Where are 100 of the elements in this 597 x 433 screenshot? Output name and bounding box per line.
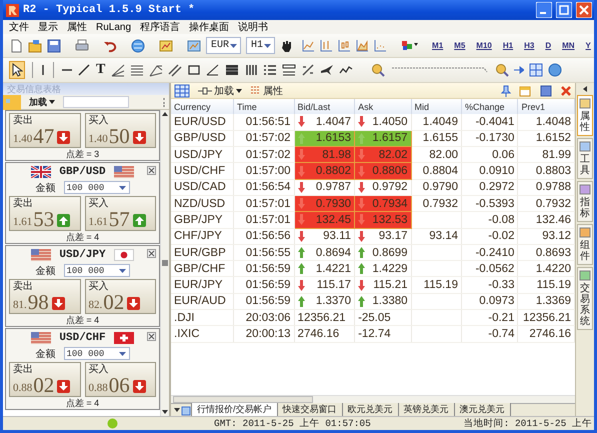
- arrow-right-icon[interactable]: [514, 63, 524, 77]
- close-icon[interactable]: [147, 332, 156, 341]
- side-tab[interactable]: 工具: [577, 138, 593, 179]
- close-icon[interactable]: [560, 84, 572, 96]
- scroll-thumb-icon[interactable]: [162, 260, 168, 266]
- column-header[interactable]: Prev1: [518, 99, 574, 114]
- timeframe-button[interactable]: MN: [559, 41, 578, 50]
- close-icon[interactable]: [147, 249, 156, 258]
- sell-button[interactable]: 卖出 81.98: [9, 279, 80, 314]
- bottom-tab[interactable]: 快速交易窗口: [278, 403, 343, 416]
- pointer-tool-button[interactable]: [9, 61, 25, 79]
- period-select[interactable]: H1: [246, 37, 276, 54]
- amount-select[interactable]: 100 000: [64, 181, 130, 194]
- chart-type-icon[interactable]: [374, 39, 388, 52]
- bottom-tab[interactable]: 英镑兑美元: [398, 403, 455, 416]
- menu-item[interactable]: 显示: [38, 20, 58, 34]
- buy-button[interactable]: 买入 1.40 50: [84, 113, 156, 148]
- menu-item[interactable]: 文件: [9, 20, 29, 34]
- column-header[interactable]: Bid/Last: [294, 99, 355, 114]
- globe-icon[interactable]: [548, 63, 562, 77]
- chart-type-icon[interactable]: [302, 39, 316, 52]
- side-tab[interactable]: 组件: [577, 224, 593, 265]
- buy-button[interactable]: 买入 82.02: [84, 279, 156, 314]
- dropdown-arrow-icon[interactable]: [229, 42, 238, 50]
- bird-icon[interactable]: [320, 63, 334, 77]
- dropdown-arrow-icon[interactable]: [118, 184, 126, 192]
- sell-button[interactable]: 卖出 0.8802: [9, 362, 80, 397]
- sell-button[interactable]: 卖出 1.61 53: [9, 196, 80, 231]
- horizontal-lines-icon[interactable]: [130, 63, 144, 77]
- zoom-in-icon[interactable]: [495, 63, 510, 77]
- timeframe-button[interactable]: M10: [473, 41, 495, 50]
- timeframe-button[interactable]: H1: [500, 41, 516, 50]
- chart-window-icon[interactable]: [159, 38, 173, 52]
- bottom-tab[interactable]: 欧元兑美元: [342, 403, 399, 416]
- timeframe-button[interactable]: M1: [429, 41, 446, 50]
- window-layout-icon[interactable]: [529, 63, 544, 77]
- chart-type-icon[interactable]: [320, 39, 334, 52]
- buy-button[interactable]: 买入 1.61 57: [84, 196, 156, 231]
- list-icon[interactable]: [282, 63, 296, 77]
- parallel-lines-icon[interactable]: [168, 63, 182, 77]
- buy-button[interactable]: 买入 0.8806: [84, 362, 156, 397]
- menu-item[interactable]: 说明书: [238, 20, 268, 34]
- menu-item[interactable]: 程序语言: [140, 20, 180, 34]
- pitchfork-icon[interactable]: [149, 63, 164, 77]
- bottom-tab[interactable]: 澳元兑美元: [454, 403, 511, 416]
- save-icon[interactable]: [47, 38, 61, 52]
- side-tab[interactable]: 属性: [577, 95, 593, 136]
- load-button[interactable]: 加载: [198, 84, 242, 98]
- menu-item[interactable]: RuLang: [96, 22, 132, 32]
- print-icon[interactable]: [75, 38, 89, 52]
- symbol-select[interactable]: EUR: [206, 37, 242, 54]
- save-icon[interactable]: [540, 84, 552, 96]
- color-picker-icon[interactable]: [401, 38, 420, 52]
- horizontal-scrollbar[interactable]: [171, 395, 575, 403]
- vertical-line-icon[interactable]: [40, 63, 46, 77]
- rectangle-icon[interactable]: [187, 63, 202, 77]
- sell-button[interactable]: 卖出 1.4047: [9, 113, 80, 148]
- column-header[interactable]: Currency: [171, 99, 234, 114]
- timeframe-button[interactable]: D: [542, 41, 554, 50]
- column-header[interactable]: Time: [234, 99, 294, 114]
- grid-icon[interactable]: [225, 63, 240, 77]
- fan-lines-icon[interactable]: [111, 63, 126, 77]
- side-tab[interactable]: 交易系统: [577, 267, 593, 330]
- chart-type-icon[interactable]: [356, 39, 370, 52]
- table-icon[interactable]: [174, 84, 190, 98]
- dropdown-arrow-icon[interactable]: [118, 266, 126, 274]
- bottom-tab[interactable]: 行情报价/交易帐户: [191, 403, 278, 416]
- new-file-icon[interactable]: [9, 38, 23, 52]
- vertical-bars-icon[interactable]: [244, 63, 258, 77]
- menu-item[interactable]: 属性: [67, 20, 87, 34]
- text-tool-button[interactable]: T: [95, 62, 106, 78]
- side-tab[interactable]: 指标: [577, 181, 593, 222]
- amount-select[interactable]: 100 000: [64, 264, 130, 277]
- list-icon[interactable]: [263, 63, 278, 77]
- angle-icon[interactable]: [206, 63, 220, 77]
- chart-window-icon[interactable]: [187, 38, 201, 52]
- maximize-icon[interactable]: [556, 2, 572, 18]
- column-header[interactable]: %Change: [461, 99, 518, 114]
- minimize-icon[interactable]: [536, 2, 552, 18]
- dropdown-arrow-icon[interactable]: [118, 350, 126, 358]
- load-button[interactable]: 加载: [27, 96, 57, 108]
- timeframe-button[interactable]: Y: [582, 41, 594, 50]
- trend-line-icon[interactable]: [78, 63, 90, 77]
- column-header[interactable]: Mid: [411, 99, 462, 114]
- timeframe-button[interactable]: H3: [521, 41, 538, 50]
- column-header[interactable]: Ask: [354, 99, 412, 114]
- pin-icon[interactable]: [501, 84, 511, 96]
- fraction-icon[interactable]: [301, 63, 316, 77]
- close-icon[interactable]: [147, 166, 156, 175]
- new-window-icon[interactable]: [519, 84, 532, 96]
- combo-field[interactable]: [63, 96, 129, 108]
- amount-select[interactable]: 100 000: [64, 347, 130, 360]
- properties-button[interactable]: 属性: [250, 84, 283, 98]
- dropdown-arrow-icon[interactable]: [263, 42, 272, 50]
- hand-icon[interactable]: [280, 38, 292, 52]
- menu-item[interactable]: 操作桌面: [189, 20, 230, 34]
- tab-list-icon[interactable]: [173, 405, 191, 416]
- collapse-arrow-icon[interactable]: [581, 85, 589, 93]
- globe-icon[interactable]: [131, 38, 145, 52]
- timeframe-button[interactable]: M5: [451, 41, 468, 50]
